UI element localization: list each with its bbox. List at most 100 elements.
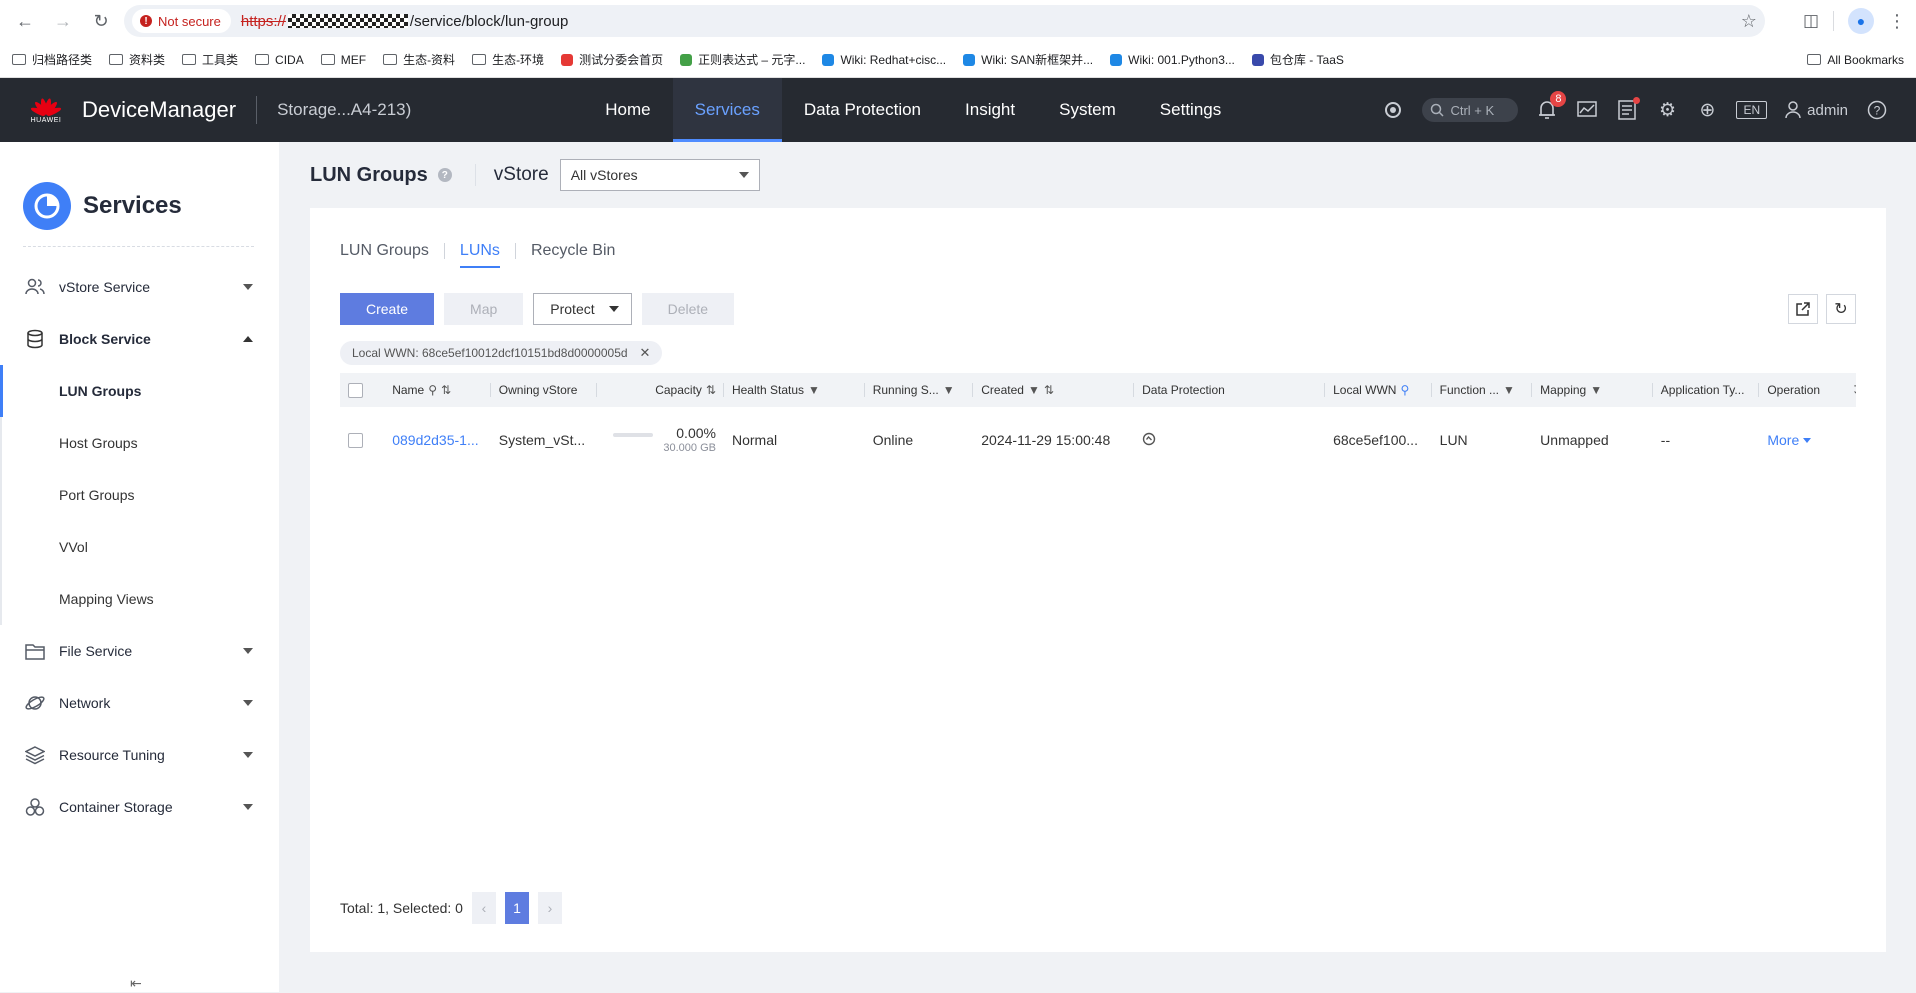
sidebar-group-vstore-service[interactable]: vStore Service	[0, 261, 279, 313]
bookmark-item[interactable]: 工具类	[182, 51, 238, 68]
sidebar-group-container-storage[interactable]: Container Storage	[0, 781, 279, 833]
filter-icon[interactable]: ▼	[1503, 383, 1515, 397]
address-bar[interactable]: ! Not secure https:// /service/block/lun…	[124, 5, 1765, 37]
tab-luns[interactable]: LUNs	[459, 236, 500, 268]
search-icon[interactable]: ⚲	[1400, 383, 1409, 397]
column-header-application-ty[interactable]: Application Ty...	[1653, 373, 1760, 407]
select-all-checkbox[interactable]	[348, 382, 363, 398]
bookmark-item[interactable]: 生态-资料	[383, 51, 455, 68]
close-icon[interactable]: ✕	[640, 345, 651, 361]
sidebar-item-port-groups[interactable]: Port Groups	[0, 469, 279, 521]
folder-icon	[472, 54, 487, 65]
task-list-icon[interactable]	[1616, 97, 1641, 121]
url-scheme: https://	[240, 12, 286, 30]
row-checkbox[interactable]	[348, 432, 363, 448]
reload-icon[interactable]: ↻	[86, 6, 116, 36]
column-header-operation[interactable]: Operation	[1759, 373, 1839, 407]
sort-icon[interactable]: ⇅	[1044, 383, 1054, 397]
nav-system[interactable]: System	[1037, 78, 1138, 142]
sidebar-group-resource-tuning[interactable]: Resource Tuning	[0, 729, 279, 781]
forward-icon[interactable]: →	[48, 6, 78, 36]
sidebar-group-block-service[interactable]: Block Service	[0, 313, 279, 365]
column-header-data-protection[interactable]: Data Protection	[1134, 373, 1326, 407]
export-icon[interactable]	[1788, 294, 1818, 324]
storage-name[interactable]: Storage...A4-213)	[277, 100, 411, 120]
column-header-running-s[interactable]: Running S... ▼	[865, 373, 974, 407]
all-bookmarks[interactable]: All Bookmarks	[1807, 53, 1904, 67]
next-page-icon[interactable]: ›	[537, 892, 562, 924]
bookmark-item[interactable]: 生态-环境	[472, 51, 544, 68]
help-icon[interactable]: ?	[1866, 99, 1888, 121]
task-icon[interactable]	[1382, 99, 1404, 121]
bookmark-item[interactable]: Wiki: SAN新框架并...	[963, 51, 1093, 68]
collapse-sidebar-icon[interactable]: ⇤	[130, 975, 142, 992]
more-actions-dropdown[interactable]: More	[1767, 432, 1831, 448]
bookmark-item[interactable]: 归档路径类	[12, 51, 92, 68]
delete-button[interactable]: Delete	[641, 293, 735, 325]
sidebar-group-file-service[interactable]: File Service	[0, 625, 279, 677]
create-button[interactable]: Create	[340, 293, 435, 325]
sort-icon[interactable]: ⇅	[706, 383, 716, 397]
add-circle-icon[interactable]: ⊕	[1696, 99, 1718, 121]
column-header-health-status[interactable]: Health Status ▼	[724, 373, 865, 407]
filter-icon[interactable]: ▼	[808, 383, 820, 397]
column-header-mapping[interactable]: Mapping ▼	[1532, 373, 1653, 407]
sidebar-item-vvol[interactable]: VVol	[0, 521, 279, 573]
column-header-local-wwn[interactable]: Local WWN ⚲	[1325, 373, 1432, 407]
bookmark-item[interactable]: CIDA	[255, 53, 304, 67]
sort-icon[interactable]: ⇅	[441, 383, 451, 397]
filter-icon[interactable]: ▼	[943, 383, 955, 397]
column-header-created[interactable]: Created ▼ ⇅	[973, 373, 1135, 407]
settings-gear-icon[interactable]: ⚙	[1656, 99, 1678, 121]
back-icon[interactable]: ←	[10, 6, 40, 36]
bookmark-star-icon[interactable]: ☆	[1741, 11, 1757, 32]
refresh-icon[interactable]: ↻	[1826, 294, 1856, 324]
tab-lun-groups[interactable]: LUN Groups	[340, 236, 429, 266]
tab-recycle-bin[interactable]: Recycle Bin	[531, 236, 615, 266]
bookmark-item[interactable]: Wiki: Redhat+cisc...	[822, 53, 946, 67]
prev-page-icon[interactable]: ‹	[471, 892, 496, 924]
menu-icon[interactable]: ⋮	[1888, 11, 1906, 32]
column-header-name[interactable]: Name ⚲ ⇅	[384, 373, 491, 407]
lun-name-link[interactable]: 089d2d35-1...	[384, 407, 491, 473]
nav-settings[interactable]: Settings	[1138, 78, 1243, 142]
page-number[interactable]: 1	[504, 892, 529, 924]
sidebar-item-lun-groups[interactable]: LUN Groups	[0, 365, 279, 417]
language-switch[interactable]: EN	[1736, 101, 1768, 119]
nav-home[interactable]: Home	[583, 78, 672, 142]
column-header-capacity[interactable]: Capacity ⇅	[597, 373, 724, 407]
filter-icon[interactable]: ▼	[1028, 383, 1040, 397]
search-icon[interactable]: ⚲	[428, 383, 437, 397]
table-row[interactable]: 089d2d35-1... System_vSt... 0.00% 30.000 GB…	[340, 407, 1856, 473]
extensions-icon[interactable]: ◫	[1803, 11, 1819, 31]
sidebar-item-host-groups[interactable]: Host Groups	[0, 417, 279, 469]
user-menu[interactable]: admin	[1785, 101, 1848, 119]
help-icon[interactable]: ?	[437, 168, 452, 182]
column-header-owning-vstore[interactable]: Owning vStore	[491, 373, 598, 407]
alarm-bell-icon[interactable]: 8	[1536, 91, 1567, 121]
url-text[interactable]: https:// /service/block/lun-group	[241, 13, 568, 30]
protect-dropdown[interactable]: Protect	[533, 293, 632, 325]
nav-data-protection[interactable]: Data Protection	[782, 78, 943, 142]
bookmark-item[interactable]: Wiki: 001.Python3...	[1110, 53, 1235, 67]
security-indicator[interactable]: ! Not secure	[132, 9, 231, 33]
sidebar-group-network[interactable]: Network	[0, 677, 279, 729]
sidebar-item-mapping-views[interactable]: Mapping Views	[0, 573, 279, 625]
map-button[interactable]: Map	[444, 293, 524, 325]
performance-chart-icon[interactable]	[1576, 99, 1598, 121]
bookmark-item[interactable]: 正则表达式 – 元字...	[680, 51, 805, 68]
protection-icon[interactable]	[1142, 432, 1156, 449]
bookmark-item[interactable]: 测试分委会首页	[561, 51, 663, 68]
vstore-select[interactable]: All vStores	[559, 159, 760, 191]
bookmark-item[interactable]: MEF	[320, 53, 366, 67]
filter-icon[interactable]: ▼	[1590, 383, 1602, 397]
global-search[interactable]: Ctrl + K	[1422, 98, 1519, 122]
bookmark-item[interactable]: 资料类	[109, 51, 165, 68]
nav-insight[interactable]: Insight	[943, 78, 1037, 142]
nav-services[interactable]: Services	[672, 78, 783, 142]
bookmark-item[interactable]: 包仓库 - TaaS	[1251, 51, 1344, 68]
column-settings-icon[interactable]: ↧	[1852, 383, 1856, 397]
column-header-function[interactable]: Function ... ▼	[1432, 373, 1533, 407]
app-header: HUAWEI DeviceManager Storage...A4-213) H…	[0, 78, 1916, 142]
profile-avatar[interactable]: ●	[1848, 8, 1874, 34]
